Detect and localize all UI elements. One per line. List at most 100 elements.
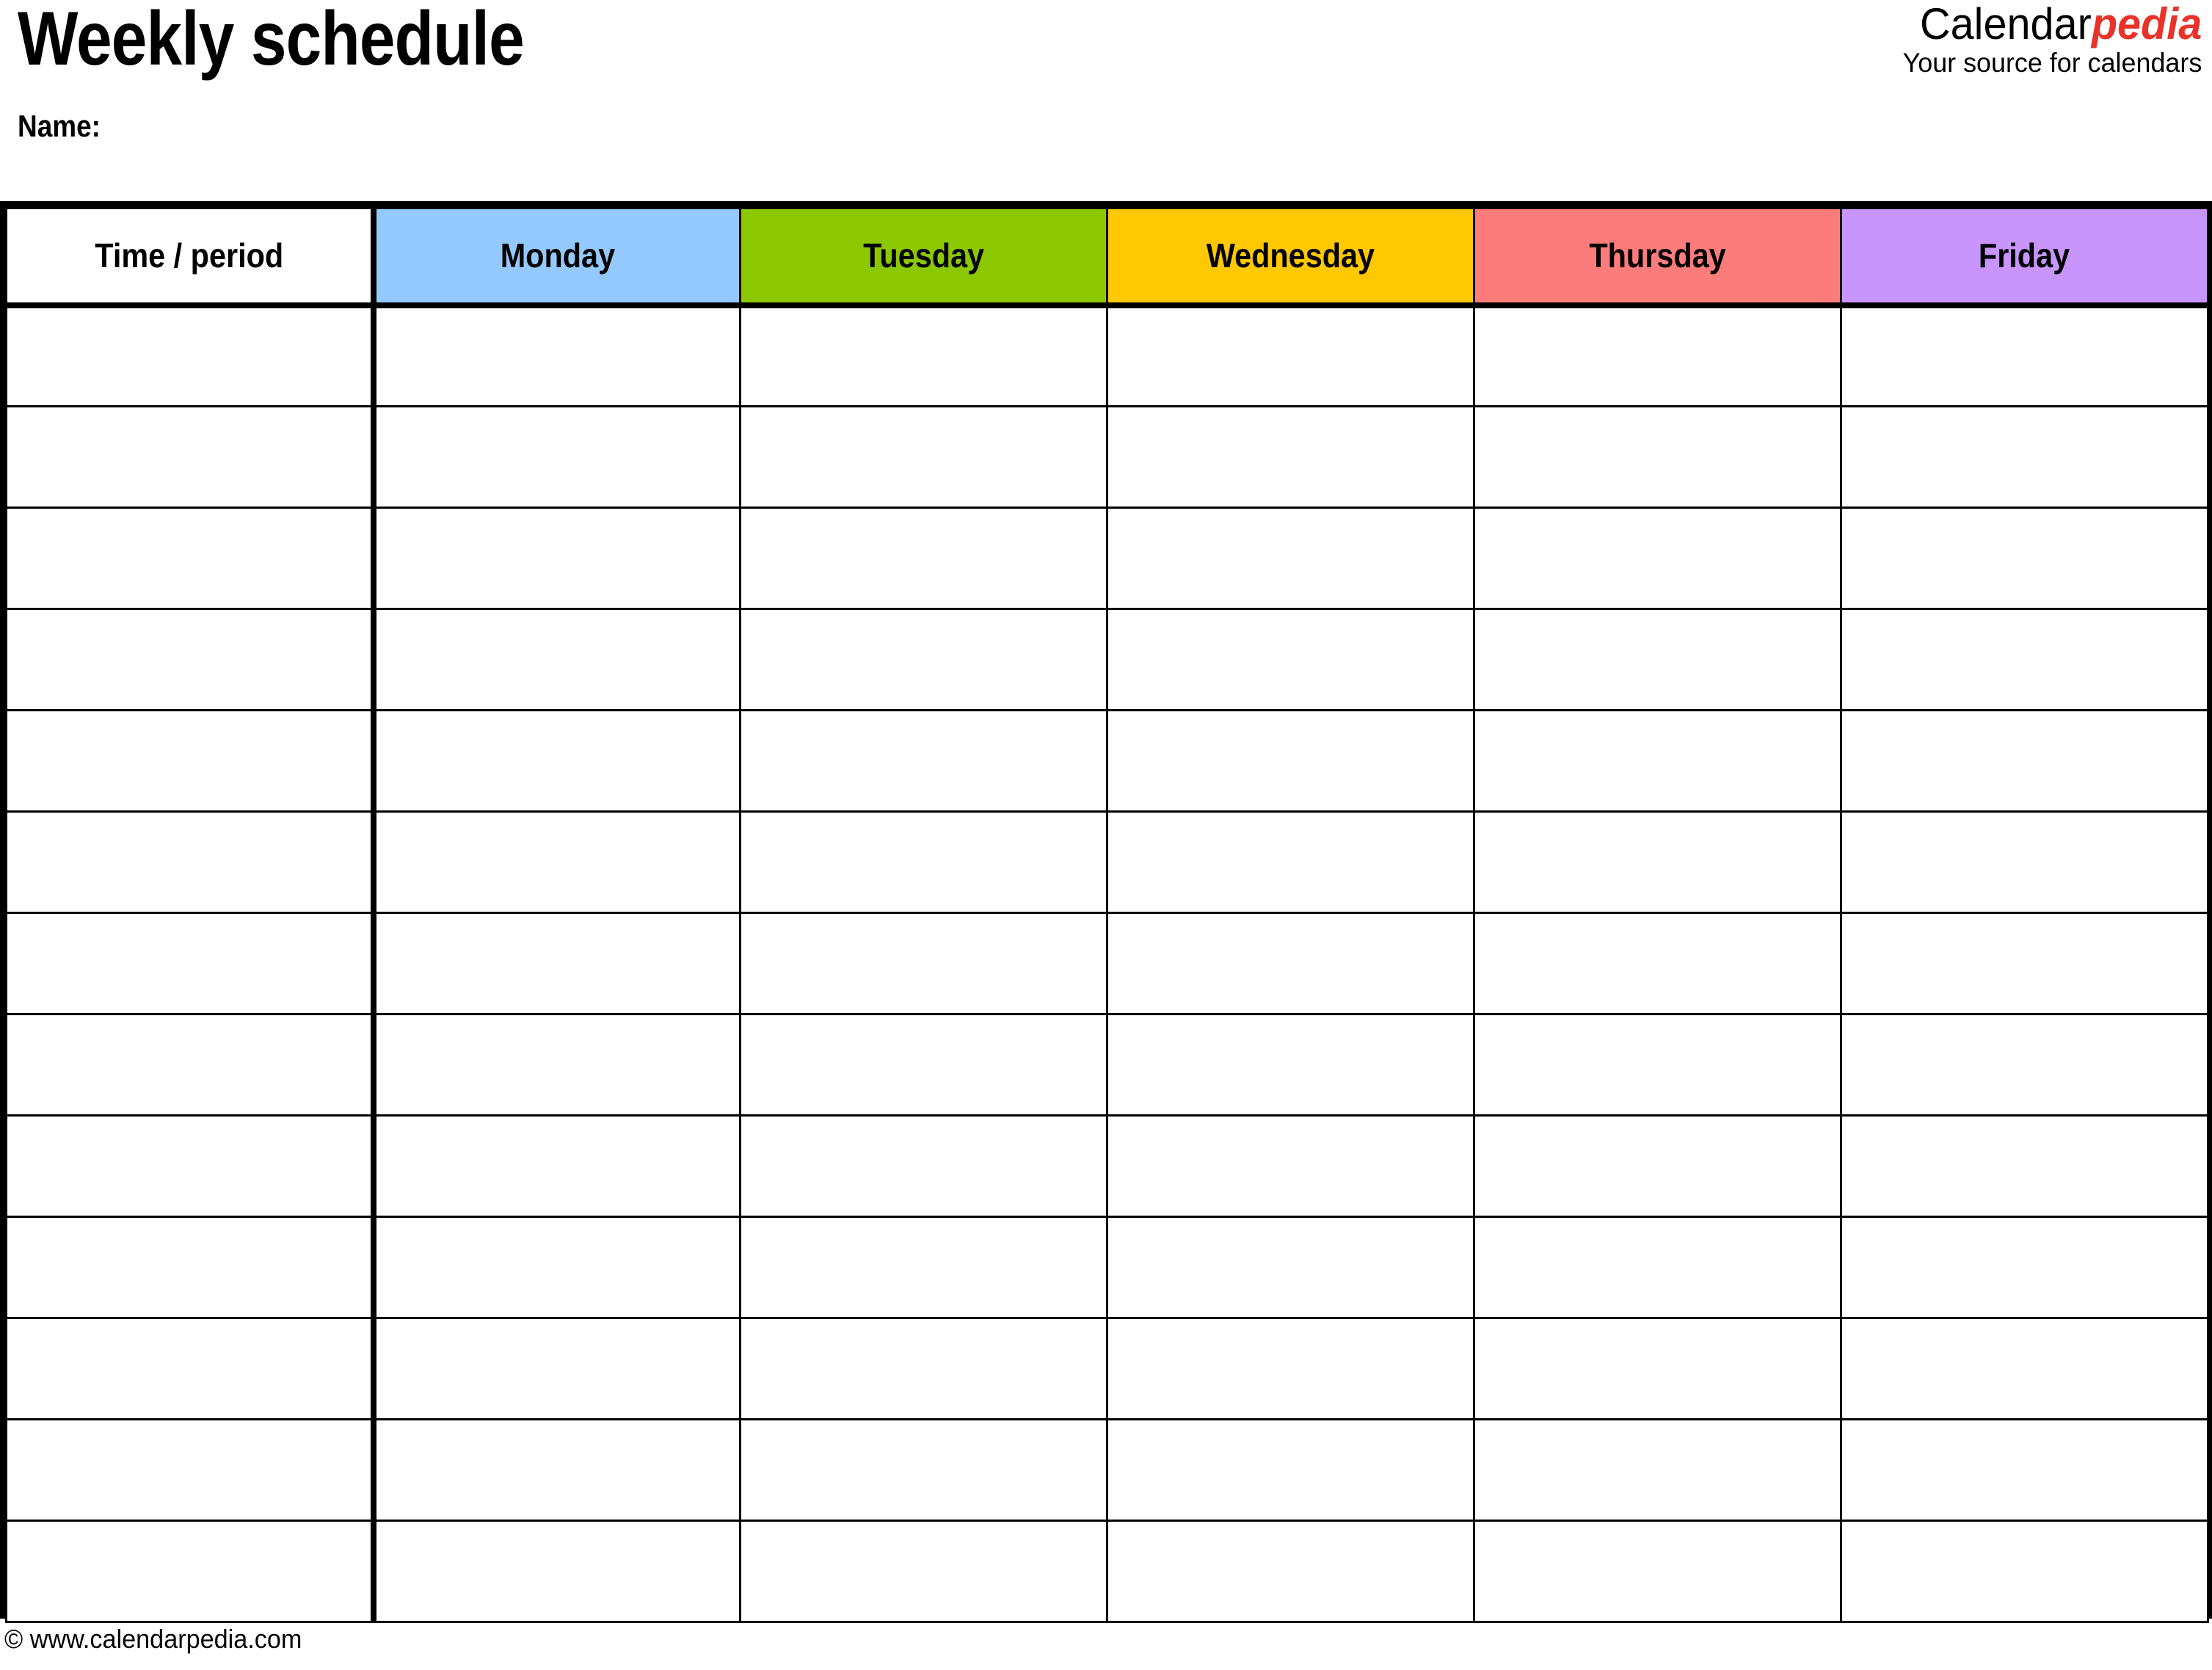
schedule-cell-monday[interactable] [372,1114,741,1218]
schedule-cell-monday[interactable] [372,1418,741,1522]
schedule-cell-time[interactable] [5,1216,376,1319]
schedule-cell-time[interactable] [5,1317,376,1420]
schedule-cell-wednesday[interactable] [1106,1013,1475,1117]
schedule-cell-monday[interactable] [372,405,741,509]
schedule-cell-tuesday[interactable] [739,304,1108,407]
schedule-cell-monday[interactable] [372,304,741,407]
schedule-cell-thursday[interactable] [1473,1013,1842,1117]
schedule-cell-thursday[interactable] [1473,1114,1842,1218]
column-header-monday-label: Monday [500,236,615,275]
schedule-cell-monday[interactable] [372,1013,741,1117]
schedule-cell-monday[interactable] [372,810,741,914]
schedule-cell-monday[interactable] [372,1216,741,1319]
schedule-cell-wednesday[interactable] [1106,1114,1475,1218]
table-row [5,810,2209,914]
schedule-cell-friday[interactable] [1840,1520,2209,1623]
schedule-table: Time / period Monday Tuesday Wednesday T… [5,207,2209,1623]
schedule-cell-monday[interactable] [372,709,741,813]
schedule-cell-thursday[interactable] [1473,507,1842,610]
calendarpedia-logo: Calendarpedia Your source for calendars [1893,1,2202,79]
schedule-cell-wednesday[interactable] [1106,912,1475,1015]
schedule-cell-monday[interactable] [372,912,741,1015]
schedule-cell-thursday[interactable] [1473,1317,1842,1420]
schedule-cell-time[interactable] [5,304,376,407]
schedule-cell-thursday[interactable] [1473,810,1842,914]
schedule-cell-time[interactable] [5,912,376,1015]
schedule-cell-wednesday[interactable] [1106,608,1475,711]
table-row [5,709,2209,813]
schedule-cell-wednesday[interactable] [1106,304,1475,407]
schedule-cell-tuesday[interactable] [739,608,1108,711]
brand-tagline: Your source for calendars [1902,48,2202,79]
schedule-cell-wednesday[interactable] [1106,405,1475,509]
table-row [5,912,2209,1015]
schedule-cell-thursday[interactable] [1473,405,1842,509]
schedule-cell-tuesday[interactable] [739,810,1108,914]
schedule-cell-monday[interactable] [372,1520,741,1623]
schedule-cell-time[interactable] [5,608,376,711]
schedule-cell-time[interactable] [5,1520,376,1623]
schedule-cell-friday[interactable] [1840,1114,2209,1218]
schedule-cell-friday[interactable] [1840,304,2209,407]
weekly-schedule-page: Weekly schedule Name: Calendarpedia Your… [0,0,2212,1670]
column-header-tuesday-label: Tuesday [863,236,984,275]
schedule-cell-friday[interactable] [1840,1317,2209,1420]
column-header-thursday-label: Thursday [1589,236,1726,275]
name-label: Name: [18,109,101,143]
schedule-cell-tuesday[interactable] [739,1013,1108,1117]
schedule-cell-thursday[interactable] [1473,608,1842,711]
schedule-cell-wednesday[interactable] [1106,1216,1475,1319]
schedule-cell-friday[interactable] [1840,810,2209,914]
schedule-cell-friday[interactable] [1840,1013,2209,1117]
column-header-friday-label: Friday [1979,236,2070,275]
column-header-thursday: Thursday [1473,207,1842,308]
schedule-cell-tuesday[interactable] [739,507,1108,610]
schedule-cell-thursday[interactable] [1473,1520,1842,1623]
schedule-cell-tuesday[interactable] [739,405,1108,509]
schedule-cell-thursday[interactable] [1473,1216,1842,1319]
schedule-cell-time[interactable] [5,810,376,914]
schedule-cell-wednesday[interactable] [1106,709,1475,813]
schedule-cell-tuesday[interactable] [739,1317,1108,1420]
schedule-cell-time[interactable] [5,1114,376,1218]
schedule-cell-friday[interactable] [1840,405,2209,509]
table-row [5,1520,2209,1623]
schedule-cell-monday[interactable] [372,1317,741,1420]
schedule-cell-tuesday[interactable] [739,912,1108,1015]
schedule-cell-friday[interactable] [1840,608,2209,711]
table-row [5,405,2209,509]
schedule-cell-time[interactable] [5,405,376,509]
schedule-cell-thursday[interactable] [1473,709,1842,813]
schedule-cell-friday[interactable] [1840,507,2209,610]
schedule-cell-tuesday[interactable] [739,1216,1108,1319]
schedule-cell-thursday[interactable] [1473,304,1842,407]
schedule-cell-friday[interactable] [1840,1216,2209,1319]
schedule-cell-time[interactable] [5,1013,376,1117]
schedule-cell-time[interactable] [5,1418,376,1522]
column-header-wednesday: Wednesday [1106,207,1475,308]
schedule-cell-thursday[interactable] [1473,912,1842,1015]
schedule-cell-wednesday[interactable] [1106,507,1475,610]
schedule-cell-thursday[interactable] [1473,1418,1842,1522]
schedule-cell-monday[interactable] [372,507,741,610]
schedule-cell-tuesday[interactable] [739,1418,1108,1522]
schedule-cell-tuesday[interactable] [739,709,1108,813]
brand-name-accent: pedia [2091,0,2202,48]
schedule-cell-time[interactable] [5,507,376,610]
schedule-cell-friday[interactable] [1840,912,2209,1015]
table-row [5,1317,2209,1420]
table-row [5,507,2209,610]
schedule-cell-time[interactable] [5,709,376,813]
table-row [5,1418,2209,1522]
schedule-cell-tuesday[interactable] [739,1520,1108,1623]
schedule-cell-friday[interactable] [1840,709,2209,813]
schedule-cell-wednesday[interactable] [1106,1418,1475,1522]
footer-copyright: © www.calendarpedia.com [4,1624,302,1654]
schedule-cell-wednesday[interactable] [1106,810,1475,914]
schedule-cell-monday[interactable] [372,608,741,711]
schedule-cell-wednesday[interactable] [1106,1520,1475,1623]
table-row [5,304,2209,407]
schedule-cell-wednesday[interactable] [1106,1317,1475,1420]
schedule-cell-friday[interactable] [1840,1418,2209,1522]
schedule-cell-tuesday[interactable] [739,1114,1108,1218]
